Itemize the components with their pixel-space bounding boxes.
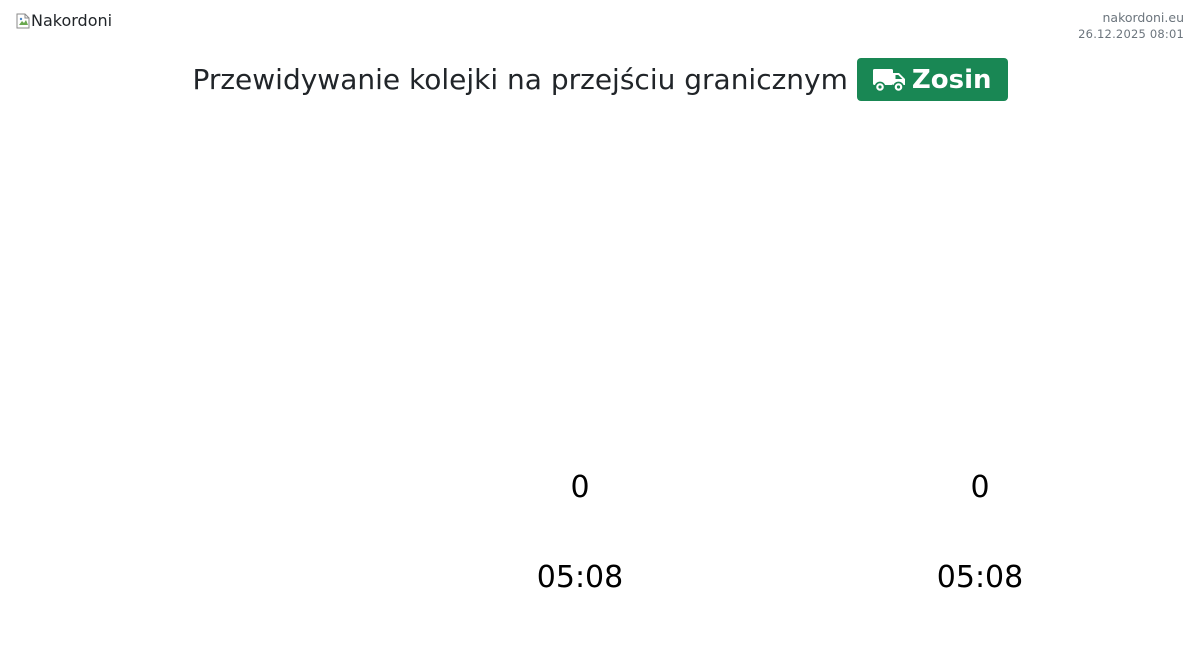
logo[interactable]: Nakordoni <box>16 11 112 30</box>
page: Nakordoni nakordoni.eu 26.12.2025 08:01 … <box>0 0 1200 651</box>
page-title: Przewidywanie kolejki na przejściu grani… <box>0 58 1200 101</box>
crossing-badge-label: Zosin <box>911 64 992 95</box>
page-title-text: Przewidywanie kolejki na przejściu grani… <box>192 63 848 96</box>
site-meta: nakordoni.eu 26.12.2025 08:01 <box>1078 10 1184 42</box>
wait-time-1: 05:08 <box>536 560 624 595</box>
wait-time-2: 05:08 <box>936 560 1024 595</box>
truck-icon <box>872 67 906 93</box>
timestamp: 26.12.2025 08:01 <box>1078 27 1184 41</box>
site-name: nakordoni.eu <box>1102 10 1184 25</box>
logo-alt-text: Nakordoni <box>31 11 113 30</box>
queue-count-2: 0 <box>970 470 990 505</box>
queue-count-1: 0 <box>570 470 590 505</box>
broken-image-icon <box>16 13 30 29</box>
crossing-badge[interactable]: Zosin <box>856 58 1008 101</box>
